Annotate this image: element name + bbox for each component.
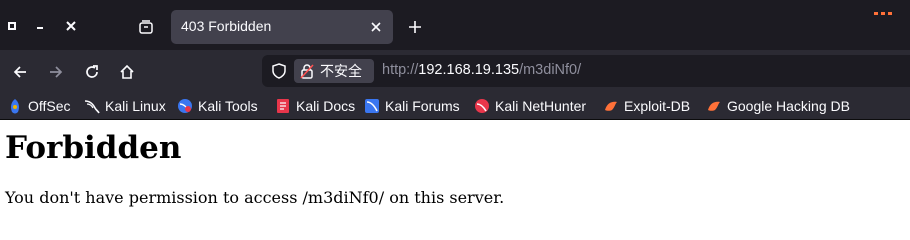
kali-nethunter-icon xyxy=(474,98,490,114)
kali-tools-icon xyxy=(177,98,193,114)
url-path: /m3diNf0/ xyxy=(519,62,582,78)
url-scheme: http:// xyxy=(382,62,419,78)
new-tab-button[interactable] xyxy=(404,16,426,38)
error-message: You don't have permission to access /m3d… xyxy=(5,188,505,207)
bookmark-kali-linux[interactable]: Kali Linux xyxy=(84,96,166,116)
forward-button[interactable] xyxy=(43,59,69,85)
bookmark-kali-nethunter[interactable]: Kali NetHunter xyxy=(474,96,586,116)
plus-icon xyxy=(409,21,421,33)
arrow-left-icon xyxy=(13,66,26,78)
url-host: 192.168.19.135 xyxy=(418,62,520,78)
close-icon xyxy=(66,21,76,31)
list-all-tabs-button[interactable] xyxy=(135,16,157,38)
bookmark-label: Kali Docs xyxy=(296,98,356,114)
page-heading: Forbidden xyxy=(5,130,182,166)
tab-overflow-indicator xyxy=(874,0,900,15)
home-button[interactable] xyxy=(114,59,140,85)
minimize-button[interactable] xyxy=(30,16,50,36)
tab-active[interactable]: 403 Forbidden xyxy=(171,10,393,44)
tab-bar: 403 Forbidden xyxy=(0,0,910,50)
bookmark-google-hacking-db[interactable]: Google Hacking DB xyxy=(706,96,850,116)
close-window-button[interactable] xyxy=(61,16,81,36)
bookmark-label: Kali NetHunter xyxy=(495,98,587,114)
bookmark-label: OffSec xyxy=(28,98,71,114)
reload-button[interactable] xyxy=(79,59,105,85)
window-menu-button[interactable] xyxy=(2,16,22,36)
shield-icon xyxy=(272,63,286,79)
minimize-icon xyxy=(37,27,43,29)
offsec-icon xyxy=(7,98,23,114)
bookmark-kali-forums[interactable]: Kali Forums xyxy=(364,96,460,116)
tab-title: 403 Forbidden xyxy=(181,18,272,34)
security-label: 不安全 xyxy=(320,64,362,80)
kali-forums-icon xyxy=(364,98,380,114)
bookmark-kali-docs[interactable]: Kali Docs xyxy=(275,96,355,116)
google-hacking-db-icon xyxy=(706,98,722,114)
bookmark-label: Exploit-DB xyxy=(624,98,691,114)
url-text[interactable]: http://192.168.19.135/m3diNf0/ xyxy=(382,62,581,78)
bookmark-exploit-db[interactable]: Exploit-DB xyxy=(603,96,690,116)
home-icon xyxy=(120,64,134,79)
arrow-right-icon xyxy=(50,66,63,78)
bookmark-label: Kali Tools xyxy=(198,98,258,114)
window-menu-icon xyxy=(8,22,16,30)
back-button[interactable] xyxy=(7,59,33,85)
tracking-protection-button[interactable] xyxy=(270,62,288,80)
close-icon xyxy=(371,22,381,32)
tab-close-button[interactable] xyxy=(367,18,385,36)
bookmark-kali-tools[interactable]: Kali Tools xyxy=(177,96,258,116)
exploit-db-icon xyxy=(603,98,619,114)
bookmark-offsec[interactable]: OffSec xyxy=(7,96,71,116)
insecure-lock-icon xyxy=(300,64,314,79)
security-indicator-button[interactable]: 不安全 xyxy=(294,59,374,83)
page-content: Forbidden You don't have permission to a… xyxy=(0,120,910,220)
kali-docs-icon xyxy=(275,98,291,114)
reload-icon xyxy=(86,65,98,78)
bookmark-label: Kali Linux xyxy=(105,98,166,114)
tab-list-icon xyxy=(139,20,153,34)
kali-linux-icon xyxy=(84,98,100,114)
navigation-toolbar: 不安全 http://192.168.19.135/m3diNf0/ xyxy=(0,50,910,92)
address-bar[interactable]: 不安全 http://192.168.19.135/m3diNf0/ xyxy=(262,55,910,87)
bookmark-label: Google Hacking DB xyxy=(727,98,850,114)
bookmarks-toolbar: OffSec Kali Linux Kali Tools Kali Docs K… xyxy=(0,92,910,120)
bookmark-label: Kali Forums xyxy=(385,98,460,114)
